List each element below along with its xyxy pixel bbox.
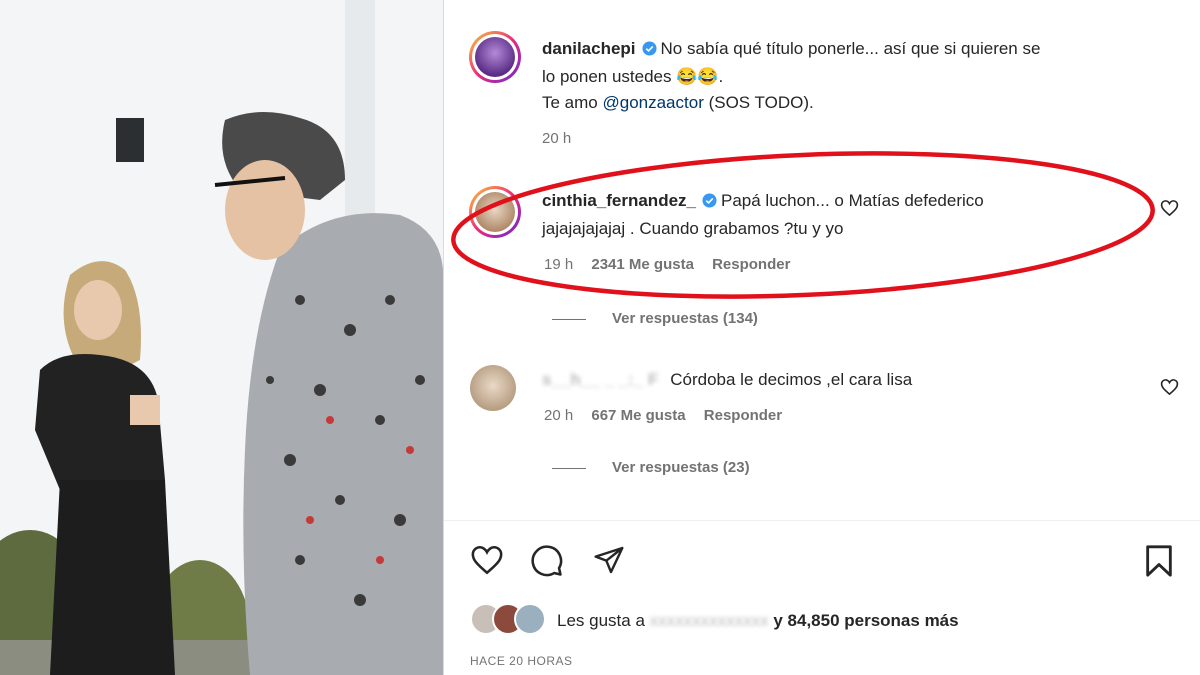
view-replies-button[interactable]: Ver respuestas (23) [552, 459, 750, 476]
comment-avatar[interactable] [470, 365, 516, 411]
liker-avatars [470, 603, 550, 635]
view-replies-label: Ver respuestas (134) [612, 310, 758, 327]
likes-prefix: Les gusta a [557, 611, 650, 630]
post-photo [0, 0, 443, 675]
comment-time: 20 h [544, 407, 574, 424]
caption-line-1: No sabía qué título ponerle... así que s… [660, 39, 1041, 58]
comment-likes[interactable]: 667 Me gusta [591, 407, 685, 424]
post-time: 20 h [542, 130, 572, 147]
post-caption: danilachepi No sabía qué título ponerle..… [542, 36, 1162, 116]
caption-line-3-suffix: (SOS TODO). [703, 93, 814, 112]
verified-badge-icon [642, 38, 657, 64]
likes-count[interactable]: y 84,850 personas más [773, 611, 958, 630]
comments-panel: danilachepi No sabía qué título ponerle..… [444, 0, 1200, 675]
share-icon[interactable] [592, 544, 626, 581]
comment-heart-icon[interactable] [1160, 199, 1179, 222]
caption-line-2: lo ponen ustedes 😂😂. [542, 67, 724, 86]
comment-meta: 20 h 667 Me gusta Responder [544, 407, 782, 424]
author-avatar[interactable] [469, 31, 521, 83]
view-replies-label: Ver respuestas (23) [612, 459, 750, 476]
mention-link[interactable]: @gonzaactor [602, 93, 703, 112]
likes-user[interactable]: xxxxxxxxxxxxxx [650, 611, 769, 630]
comment-heart-icon[interactable] [1160, 378, 1179, 401]
view-replies-button[interactable]: Ver respuestas (134) [552, 310, 758, 327]
liker-avatar [514, 603, 546, 635]
heart-icon[interactable] [470, 544, 504, 581]
section-divider [444, 520, 1200, 521]
replies-line [552, 467, 586, 469]
post-author-name[interactable]: danilachepi [542, 39, 636, 58]
replies-line [552, 318, 586, 320]
comment-icon[interactable] [530, 544, 564, 583]
comment-line: Córdoba le decimos ,el cara lisa [670, 370, 913, 389]
highlight-oval [451, 151, 1155, 299]
bookmark-icon[interactable] [1144, 544, 1174, 583]
reply-button[interactable]: Responder [704, 407, 782, 424]
caption-line-3-prefix: Te amo [542, 93, 603, 112]
comment-author-name[interactable]: s__h__ _ _:_ F [542, 370, 658, 389]
comment-text: s__h__ _ _:_ F Córdoba le decimos ,el car… [542, 367, 1142, 393]
likes-summary[interactable]: Les gusta a xxxxxxxxxxxxxx y 84,850 pers… [557, 611, 959, 631]
post-timestamp: HACE 20 HORAS [470, 654, 573, 668]
